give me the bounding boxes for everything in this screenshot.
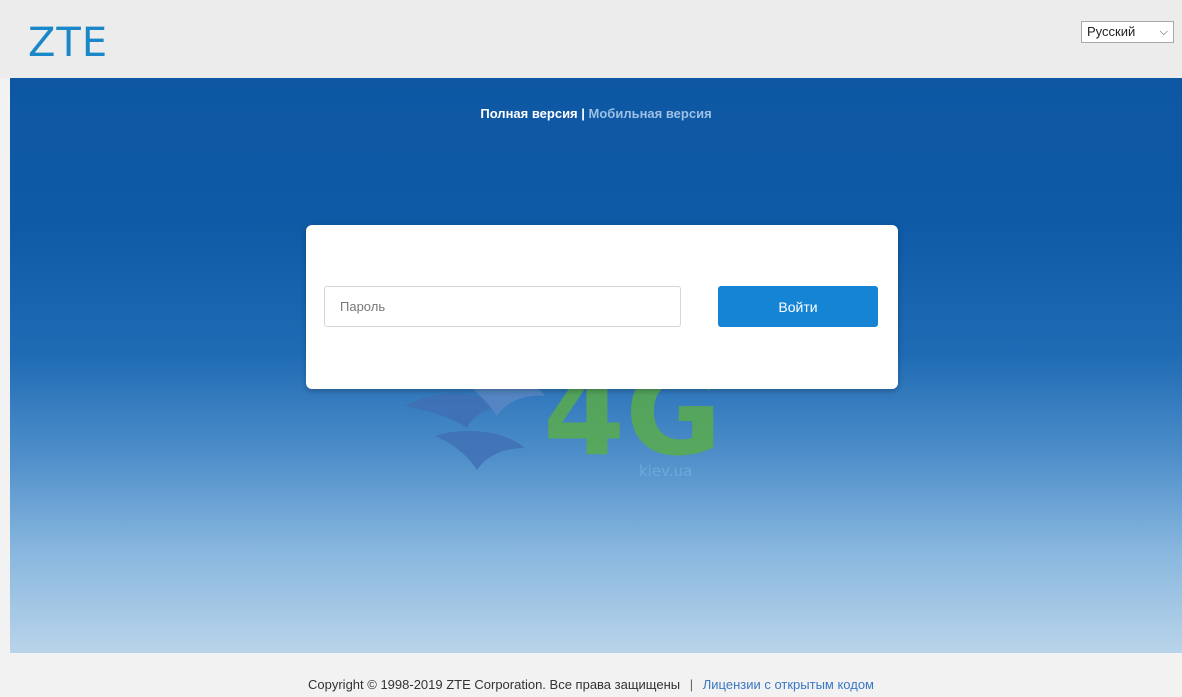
password-input[interactable] bbox=[324, 286, 681, 327]
hero-background: Полная версия | Мобильная версия 4G kiev… bbox=[10, 78, 1182, 653]
login-card: Войти bbox=[306, 225, 898, 389]
open-source-licenses-link[interactable]: Лицензии с открытым кодом bbox=[703, 677, 874, 692]
full-version-link[interactable]: Полная версия bbox=[480, 106, 577, 121]
header: ZTE Русский ⌵ bbox=[0, 0, 1182, 78]
mobile-version-link[interactable]: Мобильная версия bbox=[589, 106, 712, 121]
language-select[interactable]: Русский ⌵ bbox=[1081, 21, 1174, 43]
version-switch: Полная версия | Мобильная версия bbox=[10, 106, 1182, 121]
chevron-down-icon: ⌵ bbox=[1159, 26, 1168, 38]
login-button[interactable]: Войти bbox=[718, 286, 878, 327]
copyright-text: Copyright © 1998-2019 ZTE Corporation. В… bbox=[308, 677, 681, 692]
footer-separator: | bbox=[689, 677, 694, 692]
language-selected-value: Русский bbox=[1087, 24, 1136, 39]
footer: Copyright © 1998-2019 ZTE Corporation. В… bbox=[0, 677, 1182, 692]
watermark-domain-text: kiev.ua bbox=[639, 462, 692, 480]
zte-logo: ZTE bbox=[28, 20, 109, 66]
version-separator: | bbox=[581, 106, 585, 121]
